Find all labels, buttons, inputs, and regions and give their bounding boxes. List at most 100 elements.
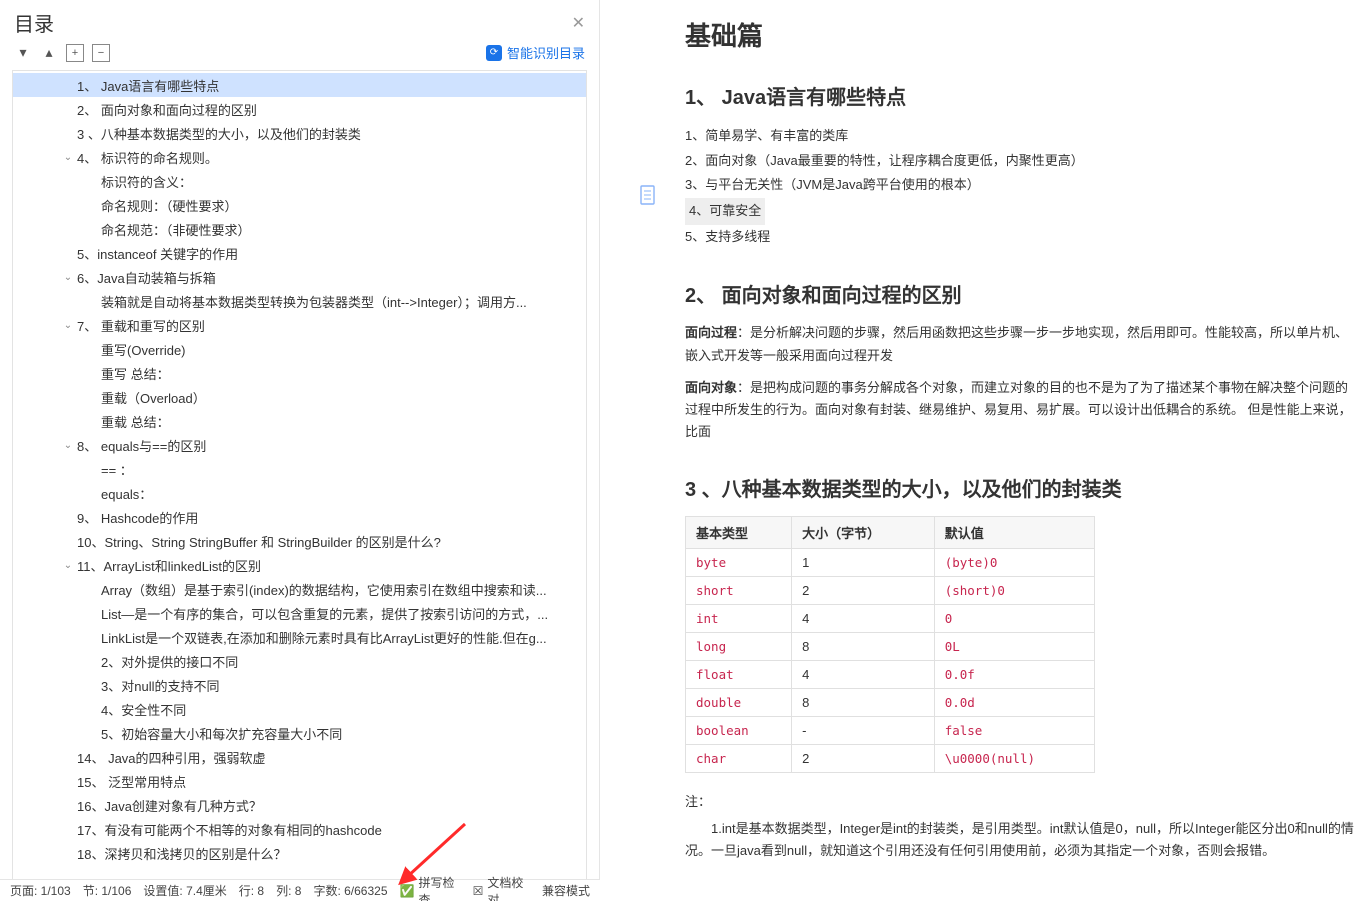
outline-item[interactable]: 重写(Override)	[13, 337, 586, 361]
outline-item[interactable]: Array（数组）是基于索引(index)的数据结构，它使用索引在数组中搜索和读…	[13, 577, 586, 601]
outline-item-label: 11、ArrayList和linkedList的区别	[75, 556, 261, 575]
chevron-down-icon[interactable]: ⌄	[61, 560, 75, 571]
outline-item-label: 5、instanceof 关键字的作用	[75, 244, 238, 263]
outline-item[interactable]: == ：	[13, 457, 586, 481]
outline-item[interactable]: 命名规范：（非硬性要求）	[13, 217, 586, 241]
outline-item-label: 命名规范：（非硬性要求）	[99, 220, 251, 239]
heading-1: 1、 Java语言有哪些特点	[685, 81, 1355, 110]
outline-item[interactable]: ⌄8、 equals与==的区别	[13, 433, 586, 457]
outline-item-label: 2、对外提供的接口不同	[99, 652, 238, 671]
outline-item[interactable]: 重载 总结：	[13, 409, 586, 433]
outline-item-label: 14、 Java的四种引用，强弱软虚	[75, 748, 266, 767]
chevron-down-icon[interactable]: ⌄	[61, 320, 75, 331]
outline-item[interactable]: 标识符的含义：	[13, 169, 586, 193]
outline-item-label: 7、 重载和重写的区别	[75, 316, 205, 335]
table-cell: \u0000(null)	[934, 744, 1094, 772]
table-cell: false	[934, 716, 1094, 744]
sec2-proc: 面向过程：是分析解决问题的步骤，然后用函数把这些步骤一步一步地实现，然后用即可。…	[685, 322, 1355, 366]
remove-item-button[interactable]: −	[92, 44, 110, 62]
outline-item[interactable]: 15、 泛型常用特点	[13, 769, 586, 793]
status-bar: 页面: 1/103 节: 1/106 设置值: 7.4厘米 行: 8 列: 8 …	[0, 879, 600, 901]
table-cell: 2	[792, 576, 935, 604]
status-row[interactable]: 行: 8	[239, 882, 264, 899]
outline-item[interactable]: List—是一个有序的集合，可以包含重复的元素，提供了按索引访问的方式，...	[13, 601, 586, 625]
table-cell: short	[686, 576, 792, 604]
table-row: short2(short)0	[686, 576, 1095, 604]
expand-all-button[interactable]: ▴	[40, 44, 58, 62]
outline-item[interactable]: 2、 面向对象和面向过程的区别	[13, 97, 586, 121]
outline-item-label: 4、安全性不同	[99, 700, 186, 719]
outline-item[interactable]: 17、有没有可能两个不相等的对象有相同的hashcode	[13, 817, 586, 841]
proof-icon: ☒	[473, 884, 484, 898]
outline-item[interactable]: 18、深拷贝和浅拷贝的区别是什么？	[13, 841, 586, 865]
p1-2: 2、面向对象（Java最重要的特性，让程序耦合度更低，内聚性更高）	[685, 149, 1355, 174]
table-cell: -	[792, 716, 935, 744]
outline-panel: 目录 ✕ ▾ ▴ + − ⟳ 智能识别目录 1、 Java语言有哪些特点 2、 面…	[0, 0, 600, 901]
outline-list[interactable]: 1、 Java语言有哪些特点 2、 面向对象和面向过程的区别 3 、八种基本数据类型…	[13, 71, 586, 896]
table-cell: (short)0	[934, 576, 1094, 604]
outline-item-label: 17、有没有可能两个不相等的对象有相同的hashcode	[75, 820, 382, 839]
outline-item[interactable]: ⌄4、 标识符的命名规则。	[13, 145, 586, 169]
p1-4: 4、可靠安全	[685, 198, 765, 225]
note-body: 1.int是基本数据类型，Integer是int的封装类，是引用类型。int默认…	[685, 818, 1355, 862]
outline-item[interactable]: 10、String、String StringBuffer 和 StringBu…	[13, 529, 586, 553]
chevron-down-icon[interactable]: ⌄	[61, 440, 75, 451]
table-cell: char	[686, 744, 792, 772]
outline-item[interactable]: 重写 总结：	[13, 361, 586, 385]
outline-title: 目录	[14, 8, 572, 37]
table-cell: 2	[792, 744, 935, 772]
spellcheck-button[interactable]: ✅ 拼写检查	[400, 874, 461, 901]
chevron-down-icon[interactable]: ⌄	[61, 272, 75, 283]
outline-item[interactable]: 14、 Java的四种引用，强弱软虚	[13, 745, 586, 769]
outline-item[interactable]: 装箱就是自动将基本数据类型转换为包装器类型（int-->Integer）；调用方…	[13, 289, 586, 313]
outline-item[interactable]: 4、安全性不同	[13, 697, 586, 721]
table-row: float40.0f	[686, 660, 1095, 688]
outline-item[interactable]: 命名规则：（硬性要求）	[13, 193, 586, 217]
outline-item[interactable]: 5、instanceof 关键字的作用	[13, 241, 586, 265]
status-page[interactable]: 页面: 1/103	[10, 882, 71, 899]
chevron-down-icon[interactable]: ⌄	[61, 152, 75, 163]
status-compat[interactable]: 兼容模式	[542, 882, 590, 899]
table-cell: (byte)0	[934, 548, 1094, 576]
outline-item[interactable]: ⌄6、Java自动装箱与拆箱	[13, 265, 586, 289]
outline-item[interactable]: ⌄11、ArrayList和linkedList的区别	[13, 553, 586, 577]
outline-item[interactable]: 3、对null的支持不同	[13, 673, 586, 697]
p1-3: 3、与平台无关性（JVM是Java跨平台使用的根本）	[685, 173, 1355, 198]
outline-item[interactable]: LinkList是一个双链表,在添加和删除元素时具有比ArrayList更好的性…	[13, 625, 586, 649]
outline-item[interactable]: equals：	[13, 481, 586, 505]
outline-item-label: 9、 Hashcode的作用	[75, 508, 198, 527]
table-cell: 0L	[934, 632, 1094, 660]
close-icon[interactable]: ✕	[572, 13, 585, 33]
table-row: byte1(byte)0	[686, 548, 1095, 576]
table-cell: 4	[792, 604, 935, 632]
outline-item-label: 8、 equals与==的区别	[75, 436, 206, 455]
outline-item[interactable]: 5、初始容量大小和每次扩充容量大小不同	[13, 721, 586, 745]
table-cell: 0	[934, 604, 1094, 632]
outline-item-label: 装箱就是自动将基本数据类型转换为包装器类型（int-->Integer）；调用方…	[99, 292, 527, 311]
outline-item[interactable]: 1、 Java语言有哪些特点	[13, 73, 586, 97]
note-label: 注：	[685, 791, 1355, 810]
smart-detect-outline[interactable]: ⟳ 智能识别目录	[486, 43, 585, 62]
outline-item[interactable]: 重载（Overload）	[13, 385, 586, 409]
heading-basic: 基础篇	[685, 16, 1355, 53]
table-row: boolean-false	[686, 716, 1095, 744]
heading-3: 3 、八种基本数据类型的大小，以及他们的封装类	[685, 473, 1355, 502]
outline-item[interactable]: 2、对外提供的接口不同	[13, 649, 586, 673]
outline-item[interactable]: 3 、八种基本数据类型的大小，以及他们的封装类	[13, 121, 586, 145]
add-item-button[interactable]: +	[66, 44, 84, 62]
outline-item[interactable]: 9、 Hashcode的作用	[13, 505, 586, 529]
collapse-all-button[interactable]: ▾	[14, 44, 32, 62]
table-cell: long	[686, 632, 792, 660]
status-section[interactable]: 节: 1/106	[83, 882, 132, 899]
outline-item-label: Array（数组）是基于索引(index)的数据结构，它使用索引在数组中搜索和读…	[99, 580, 547, 599]
status-col[interactable]: 列: 8	[276, 882, 301, 899]
outline-item-label: == ：	[99, 460, 133, 479]
outline-item-label: 2、 面向对象和面向过程的区别	[75, 100, 257, 119]
proof-button[interactable]: ☒ 文档校对	[473, 874, 530, 901]
outline-item[interactable]: 16、Java创建对象有几种方式？	[13, 793, 586, 817]
outline-item[interactable]: ⌄7、 重载和重写的区别	[13, 313, 586, 337]
status-chars[interactable]: 字数: 6/66325	[313, 882, 387, 899]
status-setval[interactable]: 设置值: 7.4厘米	[143, 882, 226, 899]
table-cell: 1	[792, 548, 935, 576]
th-size: 大小（字节）	[792, 516, 935, 548]
